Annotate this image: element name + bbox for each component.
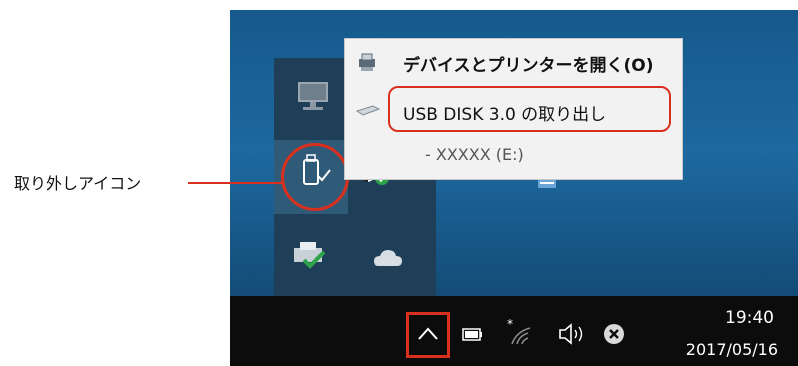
tray-item-onedrive[interactable] — [370, 240, 410, 280]
notification-x-icon[interactable] — [602, 322, 626, 346]
tray-item-monitor[interactable] — [274, 58, 348, 132]
menu-item-label: デバイスとプリンターを開く(O) — [403, 56, 654, 76]
taskbar-time[interactable]: 19:40 — [725, 308, 774, 328]
eject-item-highlight — [388, 86, 671, 132]
printer-icon — [359, 53, 375, 71]
annotation-label: 取り外しアイコン — [14, 174, 142, 193]
menu-item-drive[interactable]: - XXXXX (E:) — [345, 137, 682, 177]
menu-item-label: - XXXXX (E:) — [425, 145, 524, 164]
usb-drive-icon — [355, 105, 381, 116]
monitor-icon — [298, 82, 328, 110]
svg-text:*: * — [507, 318, 513, 331]
menu-item-devices-printers[interactable]: デバイスとプリンターを開く(O) — [345, 39, 682, 85]
show-hidden-icons-button[interactable] — [406, 312, 450, 358]
chevron-up-icon — [418, 327, 438, 340]
usb-eject-highlight-circle — [281, 143, 349, 211]
onedrive-cloud-icon — [374, 250, 402, 266]
taskbar-date[interactable]: 2017/05/16 — [686, 340, 778, 359]
battery-icon[interactable] — [462, 328, 484, 342]
tray-item-printer[interactable] — [290, 238, 338, 278]
taskbar: * 19:40 2017/05/16 — [230, 296, 798, 366]
printer-check-icon — [294, 242, 326, 269]
wifi-icon[interactable]: * — [506, 318, 534, 346]
callout-line — [188, 182, 284, 184]
volume-icon[interactable] — [558, 322, 588, 346]
